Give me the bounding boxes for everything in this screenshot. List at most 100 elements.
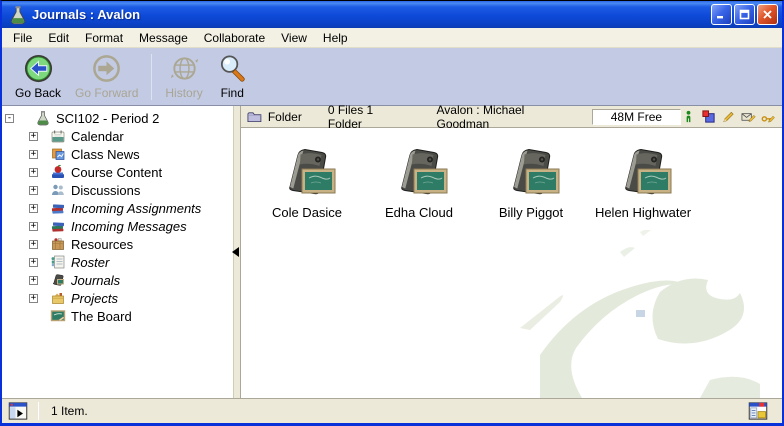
tree-label: Journals bbox=[71, 273, 120, 288]
maximize-button[interactable] bbox=[734, 4, 755, 25]
tree-label: Class News bbox=[71, 147, 140, 162]
minimize-icon bbox=[716, 9, 727, 20]
menu-format[interactable]: Format bbox=[77, 29, 131, 47]
tree-item-incoming-assignments[interactable]: + Incoming Assignments bbox=[2, 199, 233, 217]
key-edit-icon[interactable] bbox=[761, 109, 776, 124]
tree-item-resources[interactable]: + Resources bbox=[2, 235, 233, 253]
mail-edit-icon[interactable] bbox=[741, 109, 756, 124]
find-label: Find bbox=[221, 86, 244, 100]
tree-item-incoming-messages[interactable]: + Incoming Messages bbox=[2, 217, 233, 235]
tree-item-calendar[interactable]: + Calendar bbox=[2, 127, 233, 145]
menu-file[interactable]: File bbox=[5, 29, 40, 47]
go-forward-label: Go Forward bbox=[75, 86, 138, 100]
journal-item-billy-piggot[interactable]: Billy Piggot bbox=[475, 146, 587, 220]
expand-toggle[interactable]: + bbox=[29, 186, 38, 195]
journal-list: Cole Dasice Edha Cloud bbox=[241, 128, 782, 398]
menu-message[interactable]: Message bbox=[131, 29, 196, 47]
journal-item-helen-highwater[interactable]: Helen Highwater bbox=[587, 146, 699, 220]
island-watermark bbox=[520, 230, 782, 398]
expand-toggle[interactable]: + bbox=[29, 168, 38, 177]
journal-name: Cole Dasice bbox=[272, 205, 342, 220]
journal-item-edha-cloud[interactable]: Edha Cloud bbox=[363, 146, 475, 220]
tree-item-roster[interactable]: + Roster bbox=[2, 253, 233, 271]
header-status-icons bbox=[681, 109, 776, 124]
split-view-icon[interactable] bbox=[8, 401, 28, 421]
status-bar: 1 Item. bbox=[2, 398, 782, 423]
tree-item-projects[interactable]: + Projects bbox=[2, 289, 233, 307]
menu-help[interactable]: Help bbox=[315, 29, 356, 47]
pencil-icon[interactable] bbox=[721, 109, 736, 124]
expand-toggle[interactable]: + bbox=[29, 294, 38, 303]
menu-view[interactable]: View bbox=[273, 29, 315, 47]
tree-label: SCI102 - Period 2 bbox=[56, 111, 159, 126]
window-title: Journals : Avalon bbox=[32, 7, 711, 22]
panel-splitter[interactable] bbox=[233, 106, 241, 398]
go-back-button[interactable]: Go Back bbox=[8, 52, 68, 101]
expand-toggle[interactable]: + bbox=[29, 240, 38, 249]
calendar-icon bbox=[50, 128, 66, 144]
minimize-button[interactable] bbox=[711, 4, 732, 25]
journal-book-icon bbox=[614, 146, 672, 202]
main-panel: Folder 0 Files 1 Folder Avalon : Michael… bbox=[241, 106, 782, 398]
account-label: Avalon : Michael Goodman bbox=[437, 103, 570, 131]
class-news-icon bbox=[50, 146, 66, 162]
toolbar-separator bbox=[151, 54, 152, 100]
tree-label: Roster bbox=[71, 255, 109, 270]
expand-toggle[interactable]: + bbox=[29, 258, 38, 267]
expand-toggle[interactable]: + bbox=[29, 132, 38, 141]
title-bar[interactable]: Journals : Avalon bbox=[2, 1, 782, 28]
go-forward-icon bbox=[91, 53, 122, 84]
go-forward-button[interactable]: Go Forward bbox=[68, 52, 145, 101]
go-back-label: Go Back bbox=[15, 86, 61, 100]
assignments-icon bbox=[50, 200, 66, 216]
free-space-indicator: 48M Free bbox=[592, 109, 681, 125]
close-icon bbox=[762, 9, 773, 20]
expand-toggle[interactable]: + bbox=[29, 222, 38, 231]
tree-item-class-news[interactable]: + Class News bbox=[2, 145, 233, 163]
collapse-toggle[interactable]: - bbox=[5, 114, 14, 123]
expand-toggle[interactable]: + bbox=[29, 204, 38, 213]
tree-item-discussions[interactable]: + Discussions bbox=[2, 181, 233, 199]
close-button[interactable] bbox=[757, 4, 778, 25]
projects-icon bbox=[50, 290, 66, 306]
journal-name: Billy Piggot bbox=[499, 205, 563, 220]
expand-toggle[interactable]: + bbox=[29, 150, 38, 159]
journal-book-icon bbox=[278, 146, 336, 202]
find-icon bbox=[217, 53, 248, 84]
tree-label: Incoming Messages bbox=[71, 219, 187, 234]
menu-bar: File Edit Format Message Collaborate Vie… bbox=[2, 28, 782, 48]
menu-collaborate[interactable]: Collaborate bbox=[196, 29, 273, 47]
tree-item-course-content[interactable]: + Course Content bbox=[2, 163, 233, 181]
tree-label: Resources bbox=[71, 237, 133, 252]
journals-icon bbox=[50, 272, 66, 288]
journal-name: Helen Highwater bbox=[595, 205, 691, 220]
history-label: History bbox=[165, 86, 202, 100]
board-icon bbox=[50, 308, 66, 324]
go-back-icon bbox=[23, 53, 54, 84]
flask-icon bbox=[35, 110, 51, 126]
tree-item-sci102[interactable]: - SCI102 - Period 2 bbox=[2, 109, 233, 127]
tree-label: Projects bbox=[71, 291, 118, 306]
journal-item-cole-dasice[interactable]: Cole Dasice bbox=[251, 146, 363, 220]
layout-icon[interactable] bbox=[748, 401, 768, 421]
tree-label: Discussions bbox=[71, 183, 140, 198]
folder-icon bbox=[247, 110, 262, 124]
history-icon bbox=[169, 53, 200, 84]
tree-item-journals[interactable]: + Journals bbox=[2, 271, 233, 289]
tree-item-the-board[interactable]: The Board bbox=[2, 307, 233, 325]
history-button[interactable]: History bbox=[158, 52, 209, 101]
member-icon[interactable] bbox=[681, 109, 696, 124]
expand-toggle[interactable]: + bbox=[29, 276, 38, 285]
find-button[interactable]: Find bbox=[210, 52, 255, 101]
tree-label: The Board bbox=[71, 309, 132, 324]
windows-overlay-icon[interactable] bbox=[701, 109, 716, 124]
resources-icon bbox=[50, 236, 66, 252]
course-content-icon bbox=[50, 164, 66, 180]
tree-label: Course Content bbox=[71, 165, 162, 180]
maximize-icon bbox=[739, 9, 750, 20]
messages-icon bbox=[50, 218, 66, 234]
collapse-panel-arrow-icon[interactable] bbox=[232, 247, 239, 257]
tree-label: Incoming Assignments bbox=[71, 201, 201, 216]
folder-header-bar: Folder 0 Files 1 Folder Avalon : Michael… bbox=[241, 106, 782, 128]
menu-edit[interactable]: Edit bbox=[40, 29, 77, 47]
